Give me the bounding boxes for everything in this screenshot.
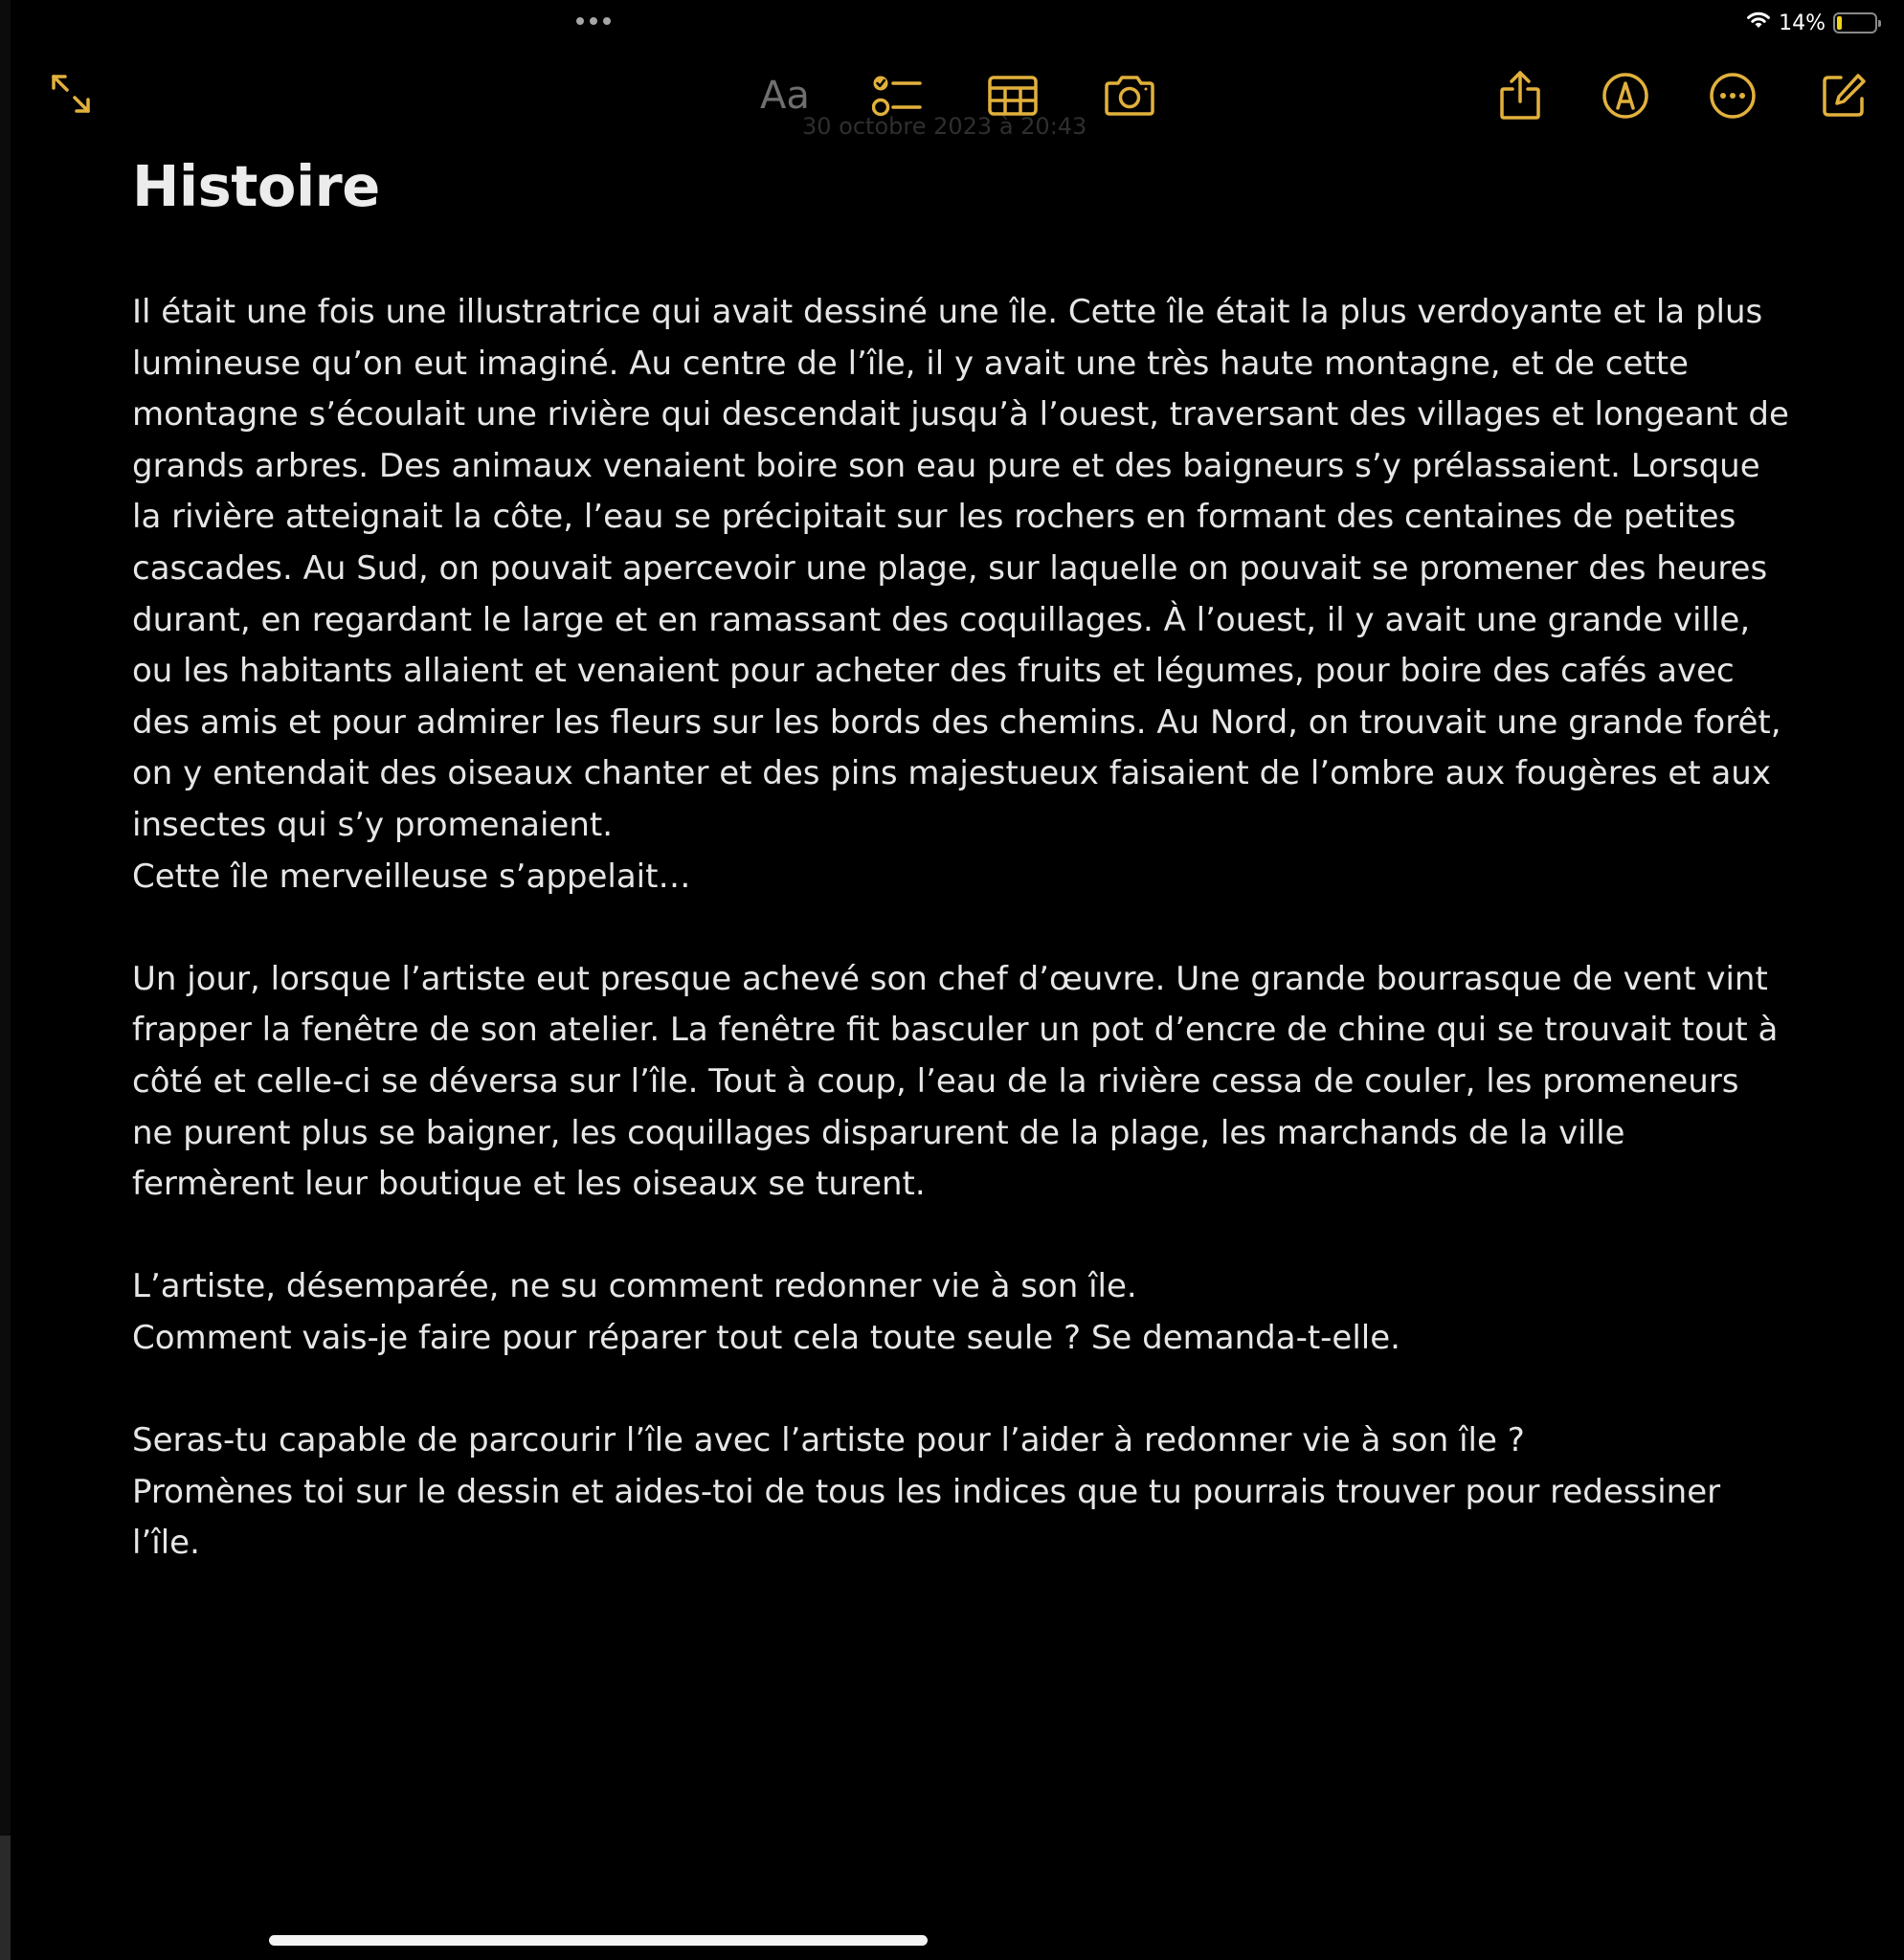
left-edge-strip xyxy=(0,0,11,1960)
note-line: côté et celle-ci se déversa sur l’île. T… xyxy=(132,1061,1739,1101)
note-date: 30 octobre 2023 à 20:43 xyxy=(802,113,1087,140)
status-bar-right: 14% xyxy=(1746,8,1881,38)
more-ellipsis-icon xyxy=(1709,72,1757,120)
camera-icon xyxy=(1103,75,1156,117)
table-icon xyxy=(987,75,1039,117)
note-line: on y entendait des oiseaux chanter et de… xyxy=(132,754,1771,793)
note-line: durant, en regardant le large et en rama… xyxy=(132,600,1751,639)
note-line: cascades. Au Sud, on pouvait apercevoir … xyxy=(132,548,1768,588)
note-line: l’île. xyxy=(132,1524,200,1563)
format-text-button[interactable]: Aa xyxy=(760,69,810,122)
share-button[interactable] xyxy=(1491,67,1549,124)
dot xyxy=(590,17,597,25)
note-line: fermèrent leur boutique et les oiseaux s… xyxy=(132,1165,926,1204)
more-button[interactable] xyxy=(1704,67,1761,124)
note-line: insectes qui s’y promenaient. xyxy=(132,805,614,844)
note-line: des amis et pour admirer les fleurs sur … xyxy=(132,702,1781,742)
note-line: montagne s’écoulait une rivière qui desc… xyxy=(132,395,1789,434)
home-indicator[interactable] xyxy=(269,1935,928,1946)
battery-fill xyxy=(1837,16,1843,30)
multitasking-dots[interactable] xyxy=(576,17,611,25)
note-title[interactable]: Histoire xyxy=(132,153,380,219)
battery-percent: 14% xyxy=(1779,11,1826,35)
compose-button[interactable] xyxy=(1815,67,1872,124)
note-line: Cette île merveilleuse s’appelait… xyxy=(132,857,691,896)
note-line: la rivière atteignait la côte, l’eau se … xyxy=(132,498,1736,537)
battery-icon xyxy=(1833,12,1881,33)
share-icon xyxy=(1498,70,1542,122)
note-line: L’artiste, désemparée, ne su comment red… xyxy=(132,1267,1137,1306)
expand-arrows-icon xyxy=(46,69,96,119)
note-line: ne purent plus se baigner, les coquillag… xyxy=(132,1113,1625,1152)
markup-button[interactable] xyxy=(1597,67,1654,124)
note-line: ou les habitants allaient et venaient po… xyxy=(132,652,1735,691)
note-line: Comment vais-je faire pour réparer tout … xyxy=(132,1318,1400,1357)
note-line: Seras-tu capable de parcourir l’île avec… xyxy=(132,1421,1525,1460)
wifi-icon xyxy=(1746,11,1771,35)
note-line: Promènes toi sur le dessin et aides-toi … xyxy=(132,1472,1721,1511)
markup-pen-icon xyxy=(1602,72,1649,120)
camera-button[interactable] xyxy=(1101,67,1158,124)
checklist-icon xyxy=(872,74,924,118)
note-body[interactable]: Il était une fois une illustratrice qui … xyxy=(132,287,1789,1570)
checklist-button[interactable] xyxy=(869,67,927,124)
note-line: Il était une fois une illustratrice qui … xyxy=(132,293,1763,331)
note-line: lumineuse qu’on eut imaginé. Au centre d… xyxy=(132,344,1689,383)
left-edge-strip-lower xyxy=(0,1836,11,1960)
battery-cap xyxy=(1878,20,1881,27)
dot xyxy=(576,17,584,25)
compose-icon xyxy=(1820,72,1868,120)
table-button[interactable] xyxy=(984,67,1042,124)
note-line: grands arbres. Des animaux venaient boir… xyxy=(132,446,1760,485)
note-line: frapper la fenêtre de son atelier. La fe… xyxy=(132,1011,1779,1050)
note-line: Un jour, lorsque l’artiste eut presque a… xyxy=(132,959,1768,998)
dot xyxy=(603,17,611,25)
collapse-button[interactable] xyxy=(42,65,100,122)
